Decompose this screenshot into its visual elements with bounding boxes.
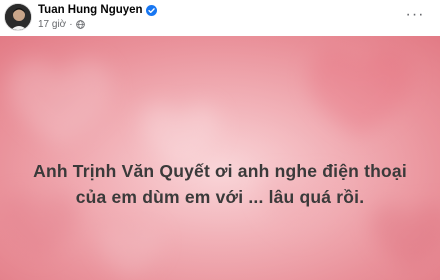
post-message-line: của em dùm em với ... lâu quá rồi. <box>75 187 365 207</box>
author-name-row: Tuan Hung Nguyen <box>38 4 157 16</box>
more-options-button[interactable]: ··· <box>404 6 426 24</box>
author-name[interactable]: Tuan Hung Nguyen <box>38 4 143 16</box>
post-message: Anh Trịnh Văn Quyết ơi anh nghe điện tho… <box>0 158 440 210</box>
post-header: Tuan Hung Nguyen 17 giờ · ··· <box>0 0 440 36</box>
verified-badge-icon <box>145 4 157 16</box>
post-timestamp[interactable]: 17 giờ <box>38 19 66 30</box>
post-message-line: Anh Trịnh Văn Quyết ơi anh nghe điện tho… <box>33 161 407 181</box>
post-background-card: Anh Trịnh Văn Quyết ơi anh nghe điện tho… <box>0 36 440 280</box>
author-avatar[interactable] <box>4 3 32 31</box>
post-meta: 17 giờ · <box>38 19 85 30</box>
meta-separator: · <box>69 19 73 30</box>
globe-icon[interactable] <box>75 20 85 29</box>
